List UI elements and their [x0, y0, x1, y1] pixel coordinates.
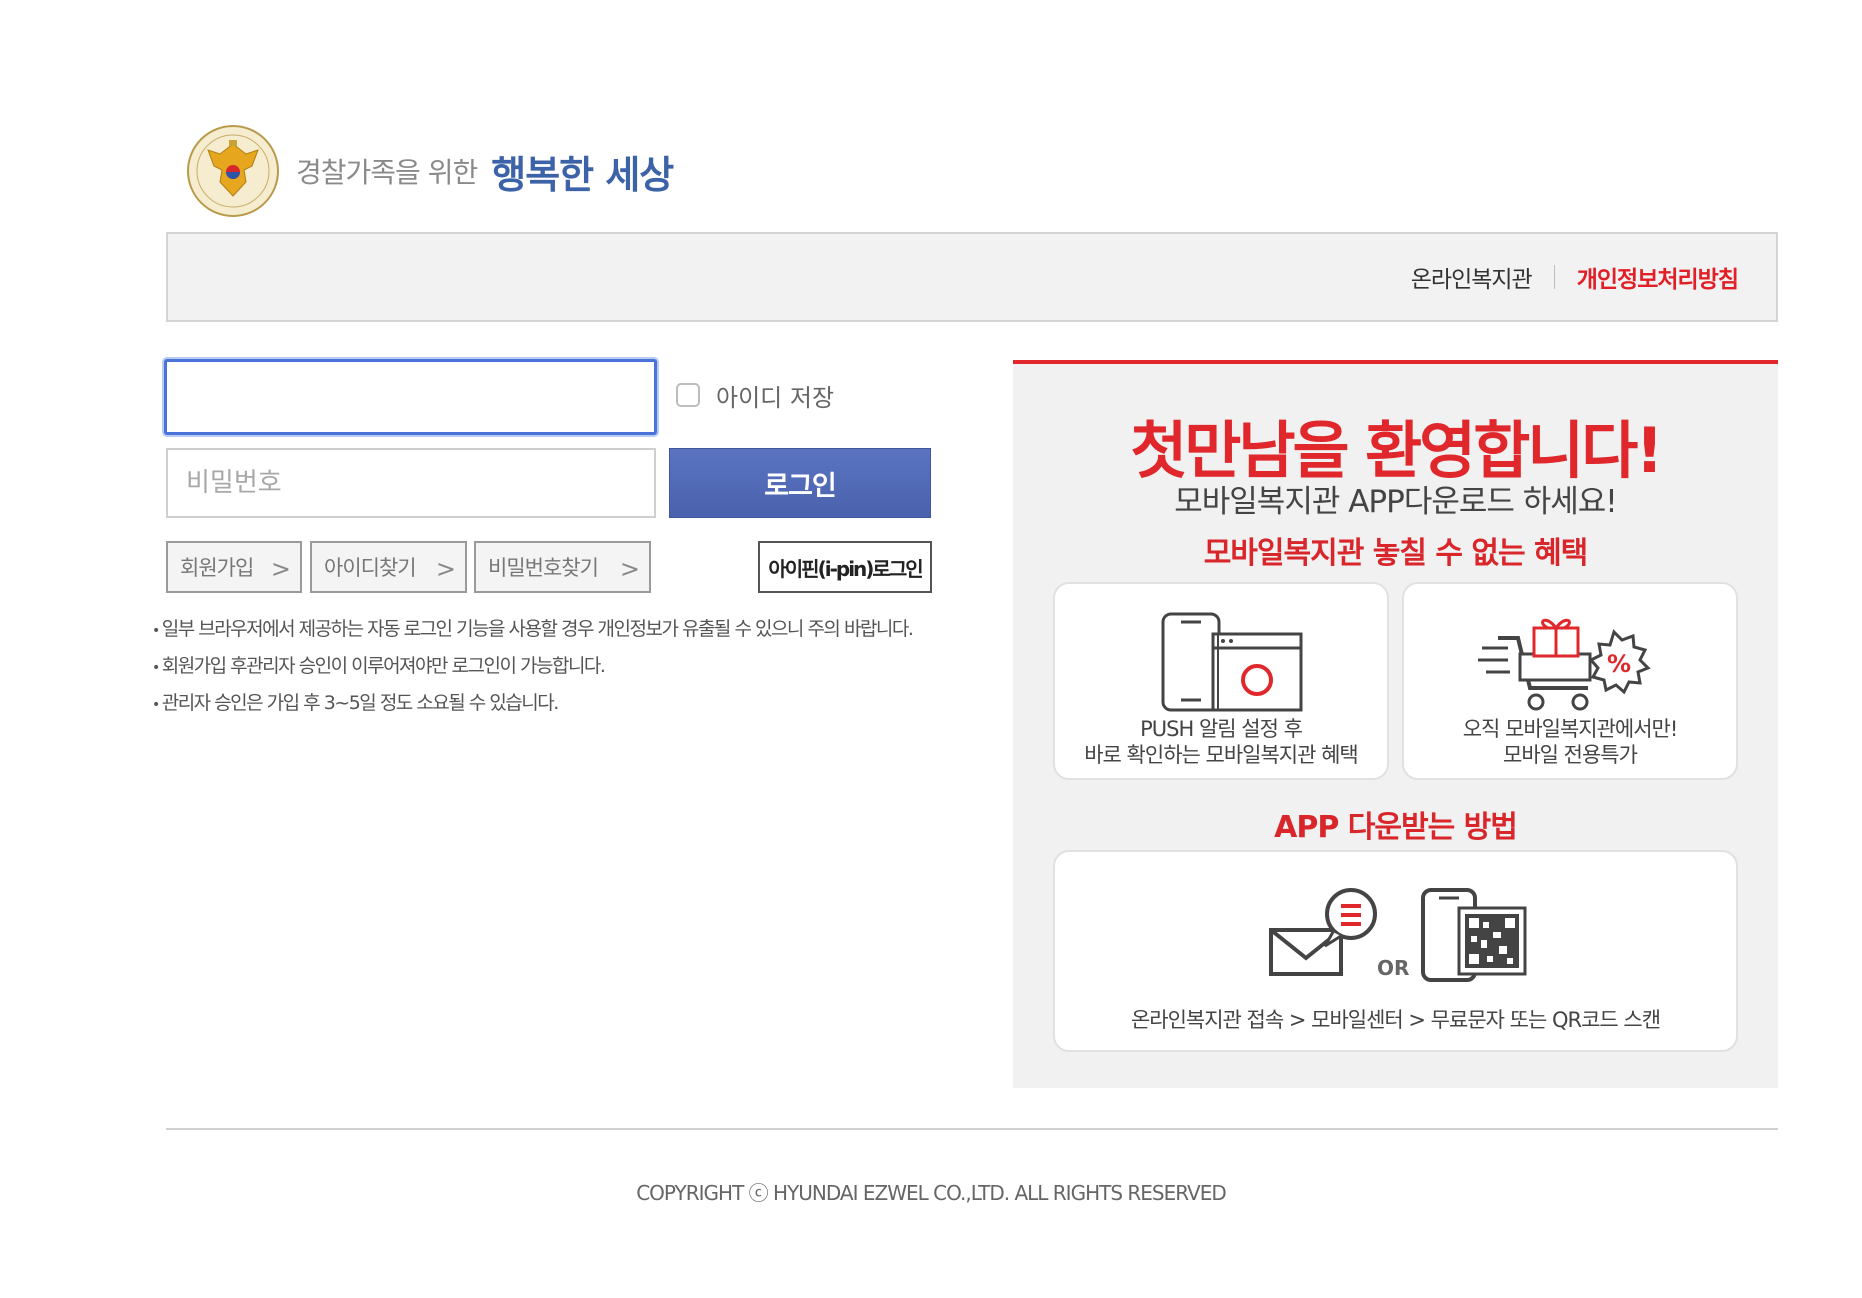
logo-title: 행복한 세상 — [491, 152, 674, 197]
signup-label: 회원가입 — [180, 556, 254, 580]
promo-subtitle: 모바일복지관 APP다운로드 하세요! — [1174, 484, 1618, 520]
mobile-deal-card: % 오직 모바일복지관에서만! 모바일 전용특가 — [1402, 582, 1738, 780]
phone-push-icon — [1161, 612, 1303, 712]
mobile-deal-text: 오직 모바일복지관에서만! 모바일 전용특가 — [1404, 716, 1736, 768]
push-benefit-line1: PUSH 알림 설정 후 — [1140, 717, 1303, 741]
notice-item: 회원가입 후관리자 승인이 이루어져야만 로그인이 가능합니다. — [152, 649, 942, 686]
find-password-button[interactable]: 비밀번호찾기 > — [474, 541, 651, 593]
chevron-right-icon: > — [619, 555, 640, 583]
mobile-app-promo: 첫만남을 환영합니다! 모바일복지관 APP다운로드 하세요! 모바일복지관 놓… — [1013, 360, 1778, 1088]
percent-sign: % — [1607, 650, 1631, 678]
download-method-card: OR 온라인복지관 접속 > 모바일센터 > 무료문자 또는 QR코드 스캔 — [1053, 850, 1738, 1052]
notice-item: 관리자 승인은 가입 후 3~5일 정도 소요될 수 있습니다. — [152, 686, 942, 723]
push-benefit-text: PUSH 알림 설정 후 바로 확인하는 모바일복지관 혜택 — [1055, 716, 1387, 768]
mobile-deal-line2: 모바일 전용특가 — [1503, 743, 1638, 767]
save-id-checkbox[interactable] — [676, 383, 700, 407]
logo[interactable]: 경찰가족을 위한 행복한 세상 — [186, 124, 674, 218]
mobile-deal-line1: 오직 모바일복지관에서만! — [1462, 717, 1679, 741]
push-benefit-card: PUSH 알림 설정 후 바로 확인하는 모바일복지관 혜택 — [1053, 582, 1389, 780]
logo-subtitle: 경찰가족을 위한 — [296, 156, 478, 189]
footer-divider — [166, 1128, 1778, 1130]
or-label: OR — [1377, 956, 1410, 980]
cart-gift-sale-icon: % — [1478, 618, 1651, 711]
find-id-button[interactable]: 아이디찾기 > — [310, 541, 467, 593]
save-id-option[interactable]: 아이디 저장 — [676, 377, 834, 413]
user-id-input[interactable] — [164, 359, 657, 435]
find-password-label: 비밀번호찾기 — [488, 556, 599, 580]
phone-qr-code-icon — [1421, 888, 1527, 982]
copyright-text: COPYRIGHT ⓒ HYUNDAI EZWEL CO.,LTD. ALL R… — [636, 1181, 1227, 1205]
download-heading: APP 다운받는 방법 — [1274, 810, 1518, 845]
find-id-label: 아이디찾기 — [324, 556, 417, 580]
login-button[interactable]: 로그인 — [669, 448, 931, 518]
chevron-right-icon: > — [270, 555, 291, 583]
push-benefit-line2: 바로 확인하는 모바일복지관 혜택 — [1084, 743, 1359, 767]
online-welfare-link[interactable]: 온라인복지관 — [1411, 260, 1533, 294]
ipin-login-button[interactable]: 아이핀(i-pin)로그인 — [758, 541, 932, 593]
top-bar: 온라인복지관 개인정보처리방침 — [166, 232, 1778, 322]
chevron-right-icon: > — [435, 555, 456, 583]
divider — [1553, 265, 1555, 289]
login-notices: 일부 브라우저에서 제공하는 자동 로그인 기능을 사용할 경우 개인정보가 유… — [152, 612, 942, 723]
privacy-policy-link[interactable]: 개인정보처리방침 — [1577, 260, 1739, 294]
download-steps-text: 온라인복지관 접속 > 모바일센터 > 무료문자 또는 QR코드 스캔 — [1130, 1008, 1661, 1032]
password-input[interactable] — [166, 448, 656, 518]
message-envelope-icon — [1269, 888, 1377, 976]
benefits-heading: 모바일복지관 놓칠 수 없는 혜택 — [1203, 536, 1589, 571]
notice-item: 일부 브라우저에서 제공하는 자동 로그인 기능을 사용할 경우 개인정보가 유… — [152, 612, 942, 649]
top-links: 온라인복지관 개인정보처리방침 — [1411, 234, 1739, 320]
signup-button[interactable]: 회원가입 > — [166, 541, 302, 593]
police-emblem-icon — [187, 125, 279, 217]
save-id-label: 아이디 저장 — [716, 383, 835, 412]
